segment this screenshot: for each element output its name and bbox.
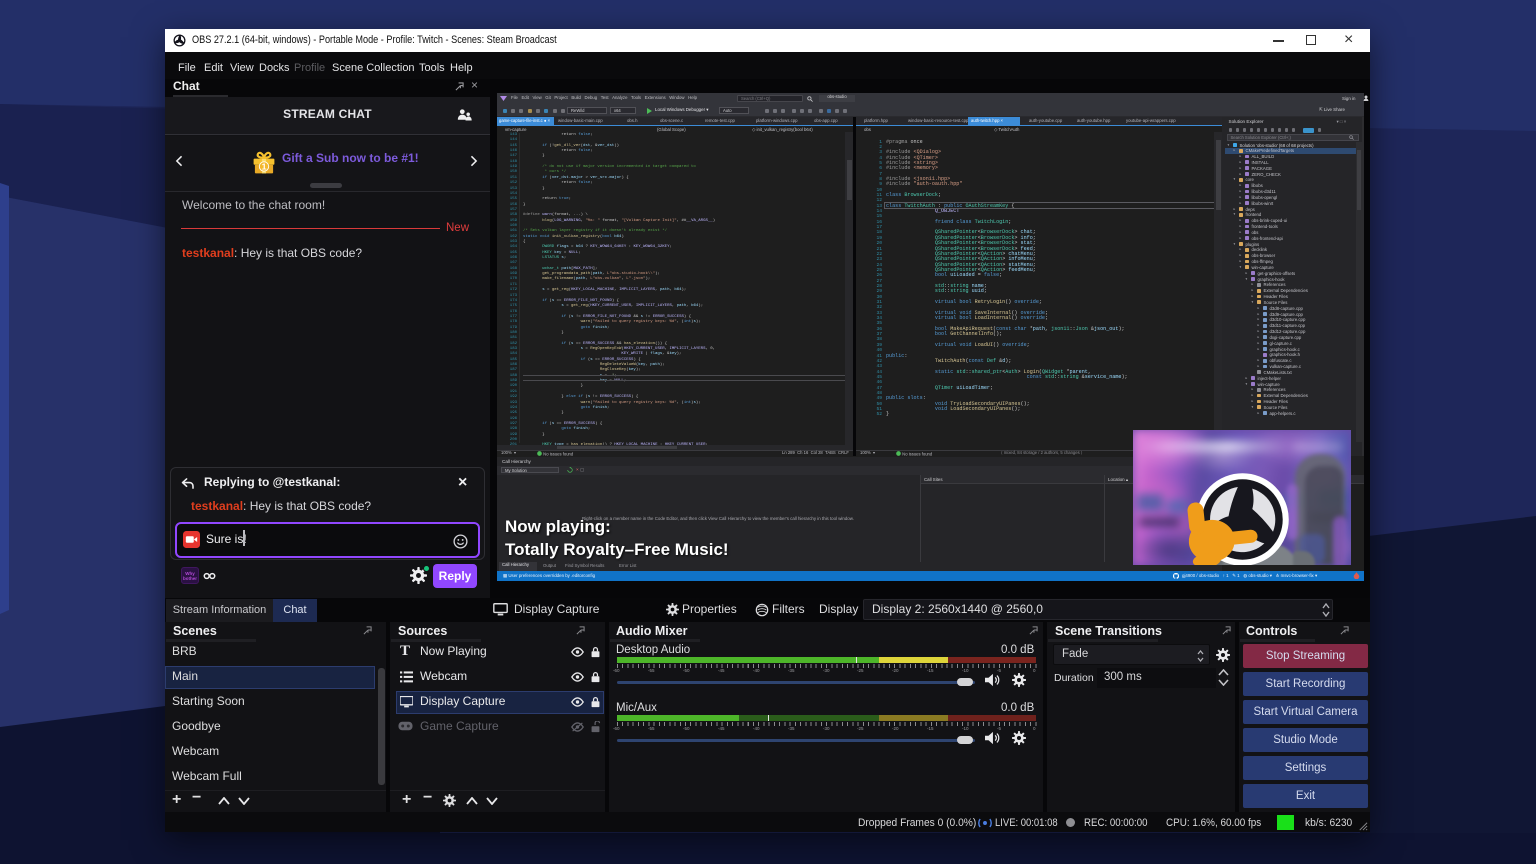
svg-text:1: 1 [262, 162, 267, 172]
